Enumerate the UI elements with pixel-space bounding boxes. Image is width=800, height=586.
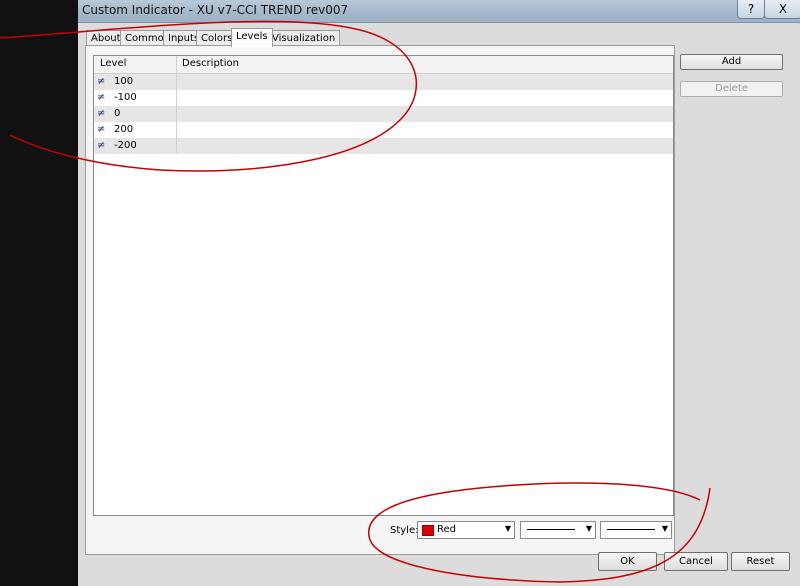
tab-visualization[interactable]: Visualization bbox=[267, 30, 341, 46]
color-name: Red bbox=[437, 524, 456, 535]
level-column-header[interactable]: Level bbox=[100, 58, 126, 69]
description-column-header[interactable]: Description bbox=[182, 58, 239, 69]
level-icon: ≠ bbox=[97, 140, 106, 151]
level-icon: ≠ bbox=[97, 76, 106, 87]
line-style-select[interactable]: ▼ bbox=[520, 521, 596, 539]
ok-button[interactable]: OK bbox=[598, 552, 657, 571]
color-swatch bbox=[422, 525, 434, 536]
chevron-down-icon: ▼ bbox=[504, 524, 511, 533]
table-row[interactable]: ≠ 0 bbox=[94, 106, 673, 122]
add-button[interactable]: Add bbox=[680, 54, 783, 70]
cell-divider bbox=[176, 90, 177, 106]
column-divider bbox=[176, 56, 177, 73]
table-row[interactable]: ≠ -200 bbox=[94, 138, 673, 154]
tab-levels[interactable]: Levels bbox=[231, 28, 273, 47]
delete-button[interactable]: Delete bbox=[680, 81, 783, 97]
level-value: 100 bbox=[114, 76, 134, 87]
level-icon: ≠ bbox=[97, 92, 106, 103]
level-value: 200 bbox=[114, 124, 134, 135]
title-bar: Custom Indicator - XU v7-CCI TREND rev00… bbox=[78, 0, 800, 23]
cell-divider bbox=[176, 106, 177, 122]
cell-divider bbox=[176, 122, 177, 138]
help-button[interactable]: ? bbox=[737, 0, 765, 19]
levels-list[interactable]: Level Description ≠ 100 ≠ -100 ≠ 0 ≠ 200… bbox=[93, 55, 674, 516]
reset-button[interactable]: Reset bbox=[731, 552, 790, 571]
table-row[interactable]: ≠ 200 bbox=[94, 122, 673, 138]
cell-divider bbox=[176, 74, 177, 90]
cancel-button[interactable]: Cancel bbox=[664, 552, 728, 571]
table-row[interactable]: ≠ 100 bbox=[94, 74, 673, 90]
line-style-preview bbox=[527, 529, 575, 530]
level-value: -100 bbox=[114, 92, 137, 103]
line-width-select[interactable]: ▼ bbox=[600, 521, 672, 539]
close-button[interactable]: X bbox=[764, 0, 800, 19]
color-select[interactable]: Red ▼ bbox=[417, 521, 515, 539]
line-width-preview bbox=[607, 529, 655, 530]
chevron-down-icon: ▼ bbox=[661, 524, 668, 533]
list-header: Level Description bbox=[94, 56, 673, 74]
level-icon: ≠ bbox=[97, 124, 106, 135]
cell-divider bbox=[176, 138, 177, 154]
level-icon: ≠ bbox=[97, 108, 106, 119]
window-title: Custom Indicator - XU v7-CCI TREND rev00… bbox=[82, 3, 349, 17]
level-value: -200 bbox=[114, 140, 137, 151]
level-value: 0 bbox=[114, 108, 121, 119]
table-row[interactable]: ≠ -100 bbox=[94, 90, 673, 106]
style-label: Style: bbox=[390, 525, 419, 536]
chevron-down-icon: ▼ bbox=[585, 524, 592, 533]
